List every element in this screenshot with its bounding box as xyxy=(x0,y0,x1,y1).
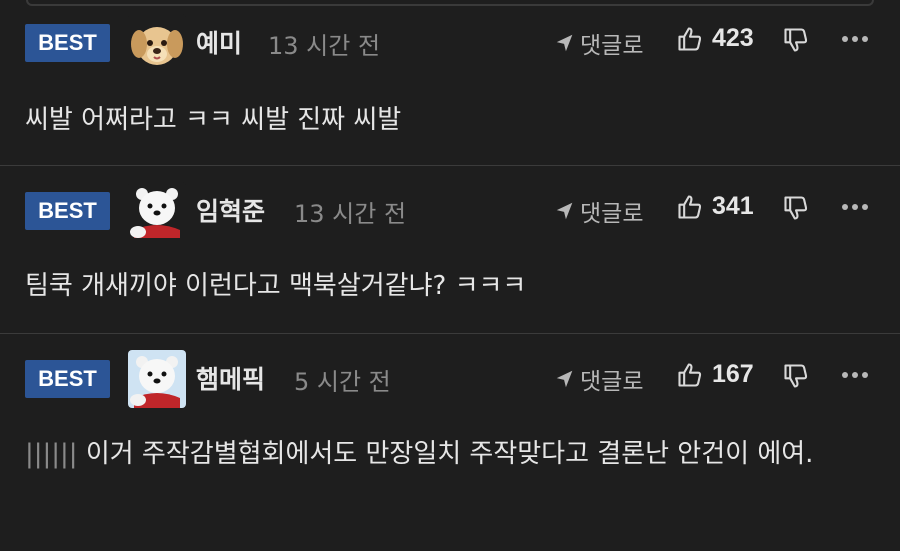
quote-prefix: |||||| xyxy=(25,439,78,469)
upvote-button[interactable]: 167 xyxy=(676,360,754,389)
reply-button[interactable]: 댓글로 xyxy=(554,194,643,228)
thumbs-down-icon xyxy=(784,364,808,388)
upvote-count: 423 xyxy=(712,24,754,52)
reply-arrow-icon xyxy=(556,202,573,220)
author-name[interactable]: 햄메픽 xyxy=(196,360,265,396)
comment-text-content: 이거 주작감별협회에서도 만장일치 주작맞다고 결론난 안건이 에여. xyxy=(85,439,814,469)
upvote-button[interactable]: 423 xyxy=(676,24,754,53)
thumbs-down-icon xyxy=(784,196,808,220)
reply-button[interactable]: 댓글로 xyxy=(554,26,643,60)
reply-label: 댓글로 xyxy=(580,369,644,395)
comment-header: BEST 예미 13 시간 전 댓글로 423 xyxy=(0,10,900,74)
reply-label: 댓글로 xyxy=(580,201,644,227)
reply-arrow-icon xyxy=(556,370,573,388)
more-options-icon[interactable] xyxy=(842,368,868,382)
more-options-icon[interactable] xyxy=(842,200,868,214)
comment-time: 13 시간 전 xyxy=(268,32,381,60)
comment-time: 13 시간 전 xyxy=(294,200,407,228)
author-name[interactable]: 임혁준 xyxy=(196,192,265,228)
comment-item: BEST 햄메픽 5 시간 전 댓글로 167 |||||| 이거 주작감별협회… xyxy=(0,334,900,551)
thumbs-down-icon xyxy=(784,28,808,52)
reply-button[interactable]: 댓글로 xyxy=(554,362,643,396)
comment-item: BEST 임혁준 13 시간 전 댓글로 341 팀쿡 개새끼야 이런다고 맥북… xyxy=(0,166,900,334)
comment-time: 5 시간 전 xyxy=(294,368,391,396)
comment-header: BEST 임혁준 13 시간 전 댓글로 341 xyxy=(0,178,900,242)
downvote-button[interactable] xyxy=(782,26,810,58)
polar-bear-avatar[interactable] xyxy=(128,182,186,240)
downvote-button[interactable] xyxy=(782,362,810,394)
upvote-count: 341 xyxy=(712,192,754,220)
reply-arrow-icon xyxy=(556,34,573,52)
thumbs-up-icon xyxy=(678,26,702,51)
author-name[interactable]: 예미 xyxy=(196,24,242,60)
more-options-icon[interactable] xyxy=(842,32,868,46)
comment-item: BEST 예미 13 시간 전 댓글로 423 씨발 어쩌라고 ㅋㅋ 씨발 진짜… xyxy=(0,0,900,166)
best-badge: BEST xyxy=(25,24,110,62)
puppy-avatar[interactable] xyxy=(128,14,186,72)
thumbs-up-icon xyxy=(678,194,702,219)
comment-text: 씨발 어쩌라고 ㅋㅋ 씨발 진짜 씨발 xyxy=(25,105,402,135)
reply-label: 댓글로 xyxy=(580,33,644,59)
best-badge: BEST xyxy=(25,192,110,230)
comment-header: BEST 햄메픽 5 시간 전 댓글로 167 xyxy=(0,346,900,410)
comment-text: |||||| 이거 주작감별협회에서도 만장일치 주작맞다고 결론난 안건이 에… xyxy=(25,432,870,476)
comment-text: 팀쿡 개새끼야 이런다고 맥북살거같냐? ㅋㅋㅋ xyxy=(25,271,527,301)
polar-bear-avatar[interactable] xyxy=(128,350,186,408)
upvote-count: 167 xyxy=(712,360,754,388)
thumbs-up-icon xyxy=(678,362,702,387)
upvote-button[interactable]: 341 xyxy=(676,192,754,221)
downvote-button[interactable] xyxy=(782,194,810,226)
best-badge: BEST xyxy=(25,360,110,398)
